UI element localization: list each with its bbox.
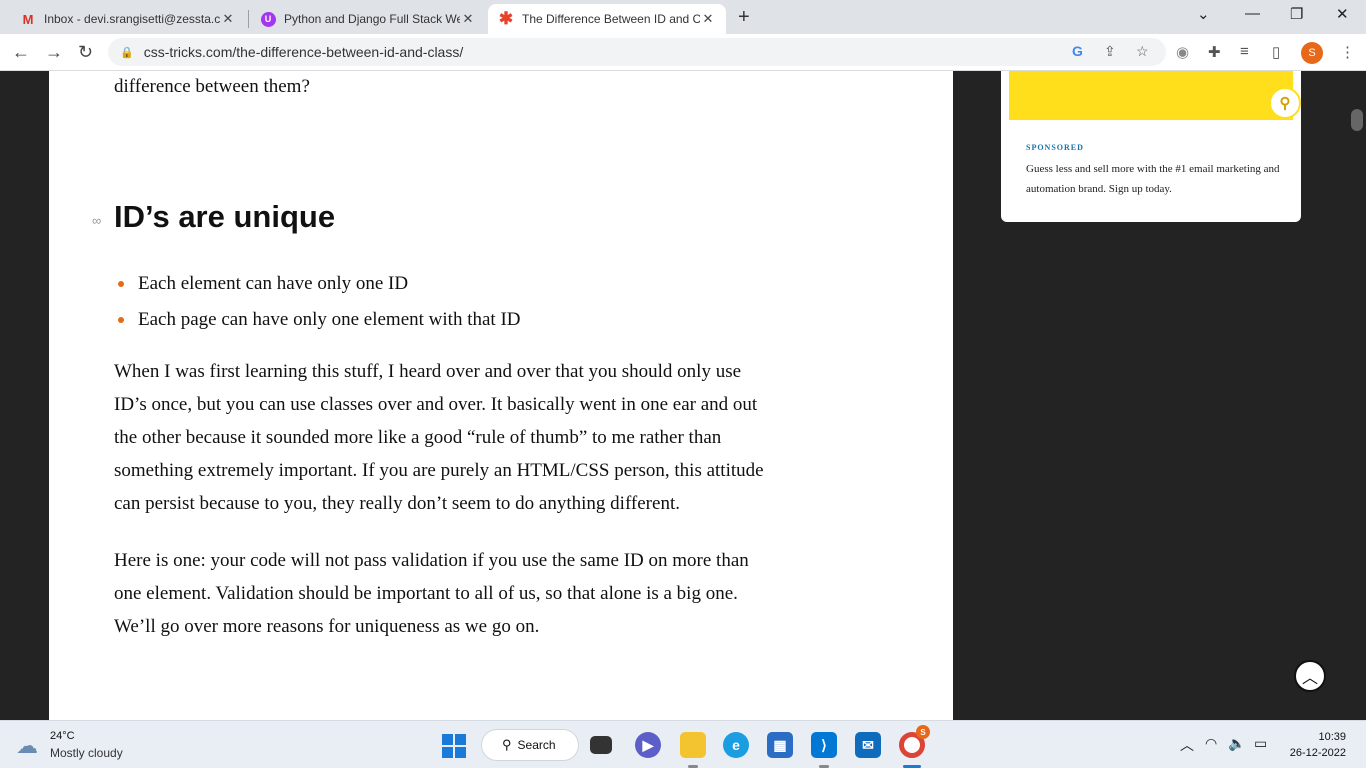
weather-condition[interactable]: Mostly cloudy	[50, 746, 123, 760]
bullet-icon	[118, 317, 124, 323]
close-icon[interactable]: ✕	[700, 11, 716, 27]
scrollbar-thumb[interactable]	[1351, 109, 1363, 131]
clock-date: 26-12-2022	[1289, 747, 1346, 759]
gmail-icon: M	[22, 11, 34, 27]
ad-text[interactable]: Guess less and sell more with the #1 ema…	[1026, 159, 1286, 199]
windows-start-icon[interactable]	[442, 734, 466, 758]
list-item-text: Each element can have only one ID	[138, 273, 409, 294]
chrome-profile-badge: S	[916, 725, 930, 739]
reload-icon[interactable]: ↻	[78, 42, 93, 63]
paragraph-1: When I was first learning this stuff, I …	[114, 355, 834, 520]
section-heading: ID’s are unique	[114, 199, 336, 234]
extensions-icon[interactable]: ✚	[1208, 43, 1221, 61]
paragraph-2: Here is one: your code will not pass val…	[114, 544, 834, 643]
paragraph-line: one element. Validation should be import…	[114, 583, 738, 604]
tab-title: Inbox - devi.srangisetti@zessta.c	[44, 12, 220, 26]
intro-line: difference between them?	[114, 76, 310, 97]
google-icon[interactable]: G	[1072, 43, 1083, 59]
page-viewport: difference between them? ∞ ID’s are uniq…	[0, 71, 1366, 720]
side-panel-icon[interactable]: ▯	[1272, 43, 1280, 61]
clock-time: 10:39	[1318, 731, 1346, 743]
list-item: Each page can have only one element with…	[114, 302, 521, 338]
tab-udemy[interactable]: U Python and Django Full Stack We ✕	[250, 4, 486, 34]
paragraph-line: We’ll go over more reasons for uniquenes…	[114, 616, 540, 637]
cloud-icon[interactable]: ☁	[16, 733, 38, 759]
lock-icon[interactable]: 🔒	[120, 46, 134, 59]
tab-title: The Difference Between ID and C	[522, 12, 700, 26]
search-label: Search	[517, 738, 556, 752]
store-icon[interactable]: ▦	[767, 732, 793, 758]
share-icon[interactable]: ⇪	[1104, 43, 1116, 60]
restore-icon[interactable]: ❐	[1290, 5, 1303, 23]
paragraph-line: ID’s once, but you can use classes over …	[114, 394, 758, 415]
system-clock[interactable]: 10:39 26-12-2022	[1286, 729, 1346, 761]
ad-banner-image[interactable]	[1009, 71, 1293, 120]
css-tricks-icon: ✱	[498, 9, 514, 28]
paragraph-line: Here is one: your code will not pass val…	[114, 550, 749, 571]
weather-temperature[interactable]: 24°C	[50, 730, 75, 742]
sponsored-label: SPONSORED	[1026, 143, 1084, 152]
tab-gmail[interactable]: M Inbox - devi.srangisetti@zessta.c ✕	[10, 4, 246, 34]
speaker-icon[interactable]: 🔈	[1228, 735, 1245, 752]
new-tab-icon[interactable]: +	[738, 6, 750, 29]
windows-taskbar: ☁ 24°C Mostly cloudy ⚲ Search ▶ e ▦ ⟩ ✉ …	[0, 720, 1366, 768]
paragraph-line: can persist because to you, they really …	[114, 493, 680, 514]
browser-toolbar: ← → ↻ 🔒 css-tricks.com/the-difference-be…	[0, 34, 1366, 71]
forward-icon[interactable]: →	[45, 42, 63, 63]
link-icon[interactable]: ∞	[92, 213, 101, 228]
task-view-icon[interactable]	[590, 736, 612, 754]
address-url[interactable]: css-tricks.com/the-difference-between-id…	[144, 44, 464, 60]
search-icon: ⚲	[502, 737, 512, 752]
bullet-icon	[118, 281, 124, 287]
paragraph-line: the other because it sounded more like a…	[114, 427, 722, 448]
tab-divider	[248, 10, 249, 28]
bullet-list: Each element can have only one ID Each p…	[114, 266, 521, 338]
tab-strip: M Inbox - devi.srangisetti@zessta.c ✕ U …	[0, 0, 1366, 34]
more-menu-icon[interactable]: ⋮	[1340, 43, 1355, 61]
vscode-icon[interactable]: ⟩	[811, 732, 837, 758]
wifi-icon[interactable]: ◠	[1205, 735, 1217, 752]
tab-title: Python and Django Full Stack We	[284, 12, 460, 26]
chrome-icon[interactable]: S	[899, 725, 930, 758]
sponsored-ad-card[interactable]: ⚲ SPONSORED Guess less and sell more wit…	[1001, 71, 1301, 222]
bookmark-star-icon[interactable]: ☆	[1136, 43, 1149, 60]
tab-css-tricks[interactable]: ✱ The Difference Between ID and C ✕	[488, 4, 726, 34]
list-item: Each element can have only one ID	[114, 266, 521, 302]
minimize-icon[interactable]: —	[1245, 5, 1260, 22]
close-icon[interactable]: ✕	[460, 11, 476, 27]
edge-icon[interactable]: e	[723, 732, 749, 758]
grammarly-icon[interactable]: ◉	[1176, 43, 1189, 61]
paragraph-line: When I was first learning this stuff, I …	[114, 361, 742, 382]
address-bar[interactable]: 🔒 css-tricks.com/the-difference-between-…	[108, 38, 1166, 66]
list-item-text: Each page can have only one element with…	[138, 309, 521, 330]
close-window-icon[interactable]: ✕	[1336, 5, 1349, 23]
article-body: difference between them? ∞ ID’s are uniq…	[49, 71, 953, 720]
chat-icon[interactable]: ▶	[635, 732, 661, 758]
udemy-icon: U	[260, 11, 276, 27]
chevron-up-icon[interactable]: ︿	[1180, 735, 1194, 755]
search-icon[interactable]: ⚲	[1269, 87, 1301, 119]
paragraph-line: something extremely important. If you ar…	[114, 460, 764, 481]
chevron-down-icon[interactable]: ⌄	[1197, 5, 1210, 23]
battery-icon[interactable]: ▭	[1254, 735, 1267, 752]
mail-icon[interactable]: ✉	[855, 732, 881, 758]
close-icon[interactable]: ✕	[220, 11, 236, 27]
back-icon[interactable]: ←	[12, 42, 30, 63]
profile-avatar[interactable]: S	[1301, 42, 1323, 64]
file-explorer-icon[interactable]	[680, 732, 706, 758]
reading-list-icon[interactable]: ≡	[1240, 43, 1249, 60]
scroll-to-top-icon[interactable]: ︿	[1294, 660, 1326, 692]
taskbar-search[interactable]: ⚲ Search	[481, 729, 579, 761]
